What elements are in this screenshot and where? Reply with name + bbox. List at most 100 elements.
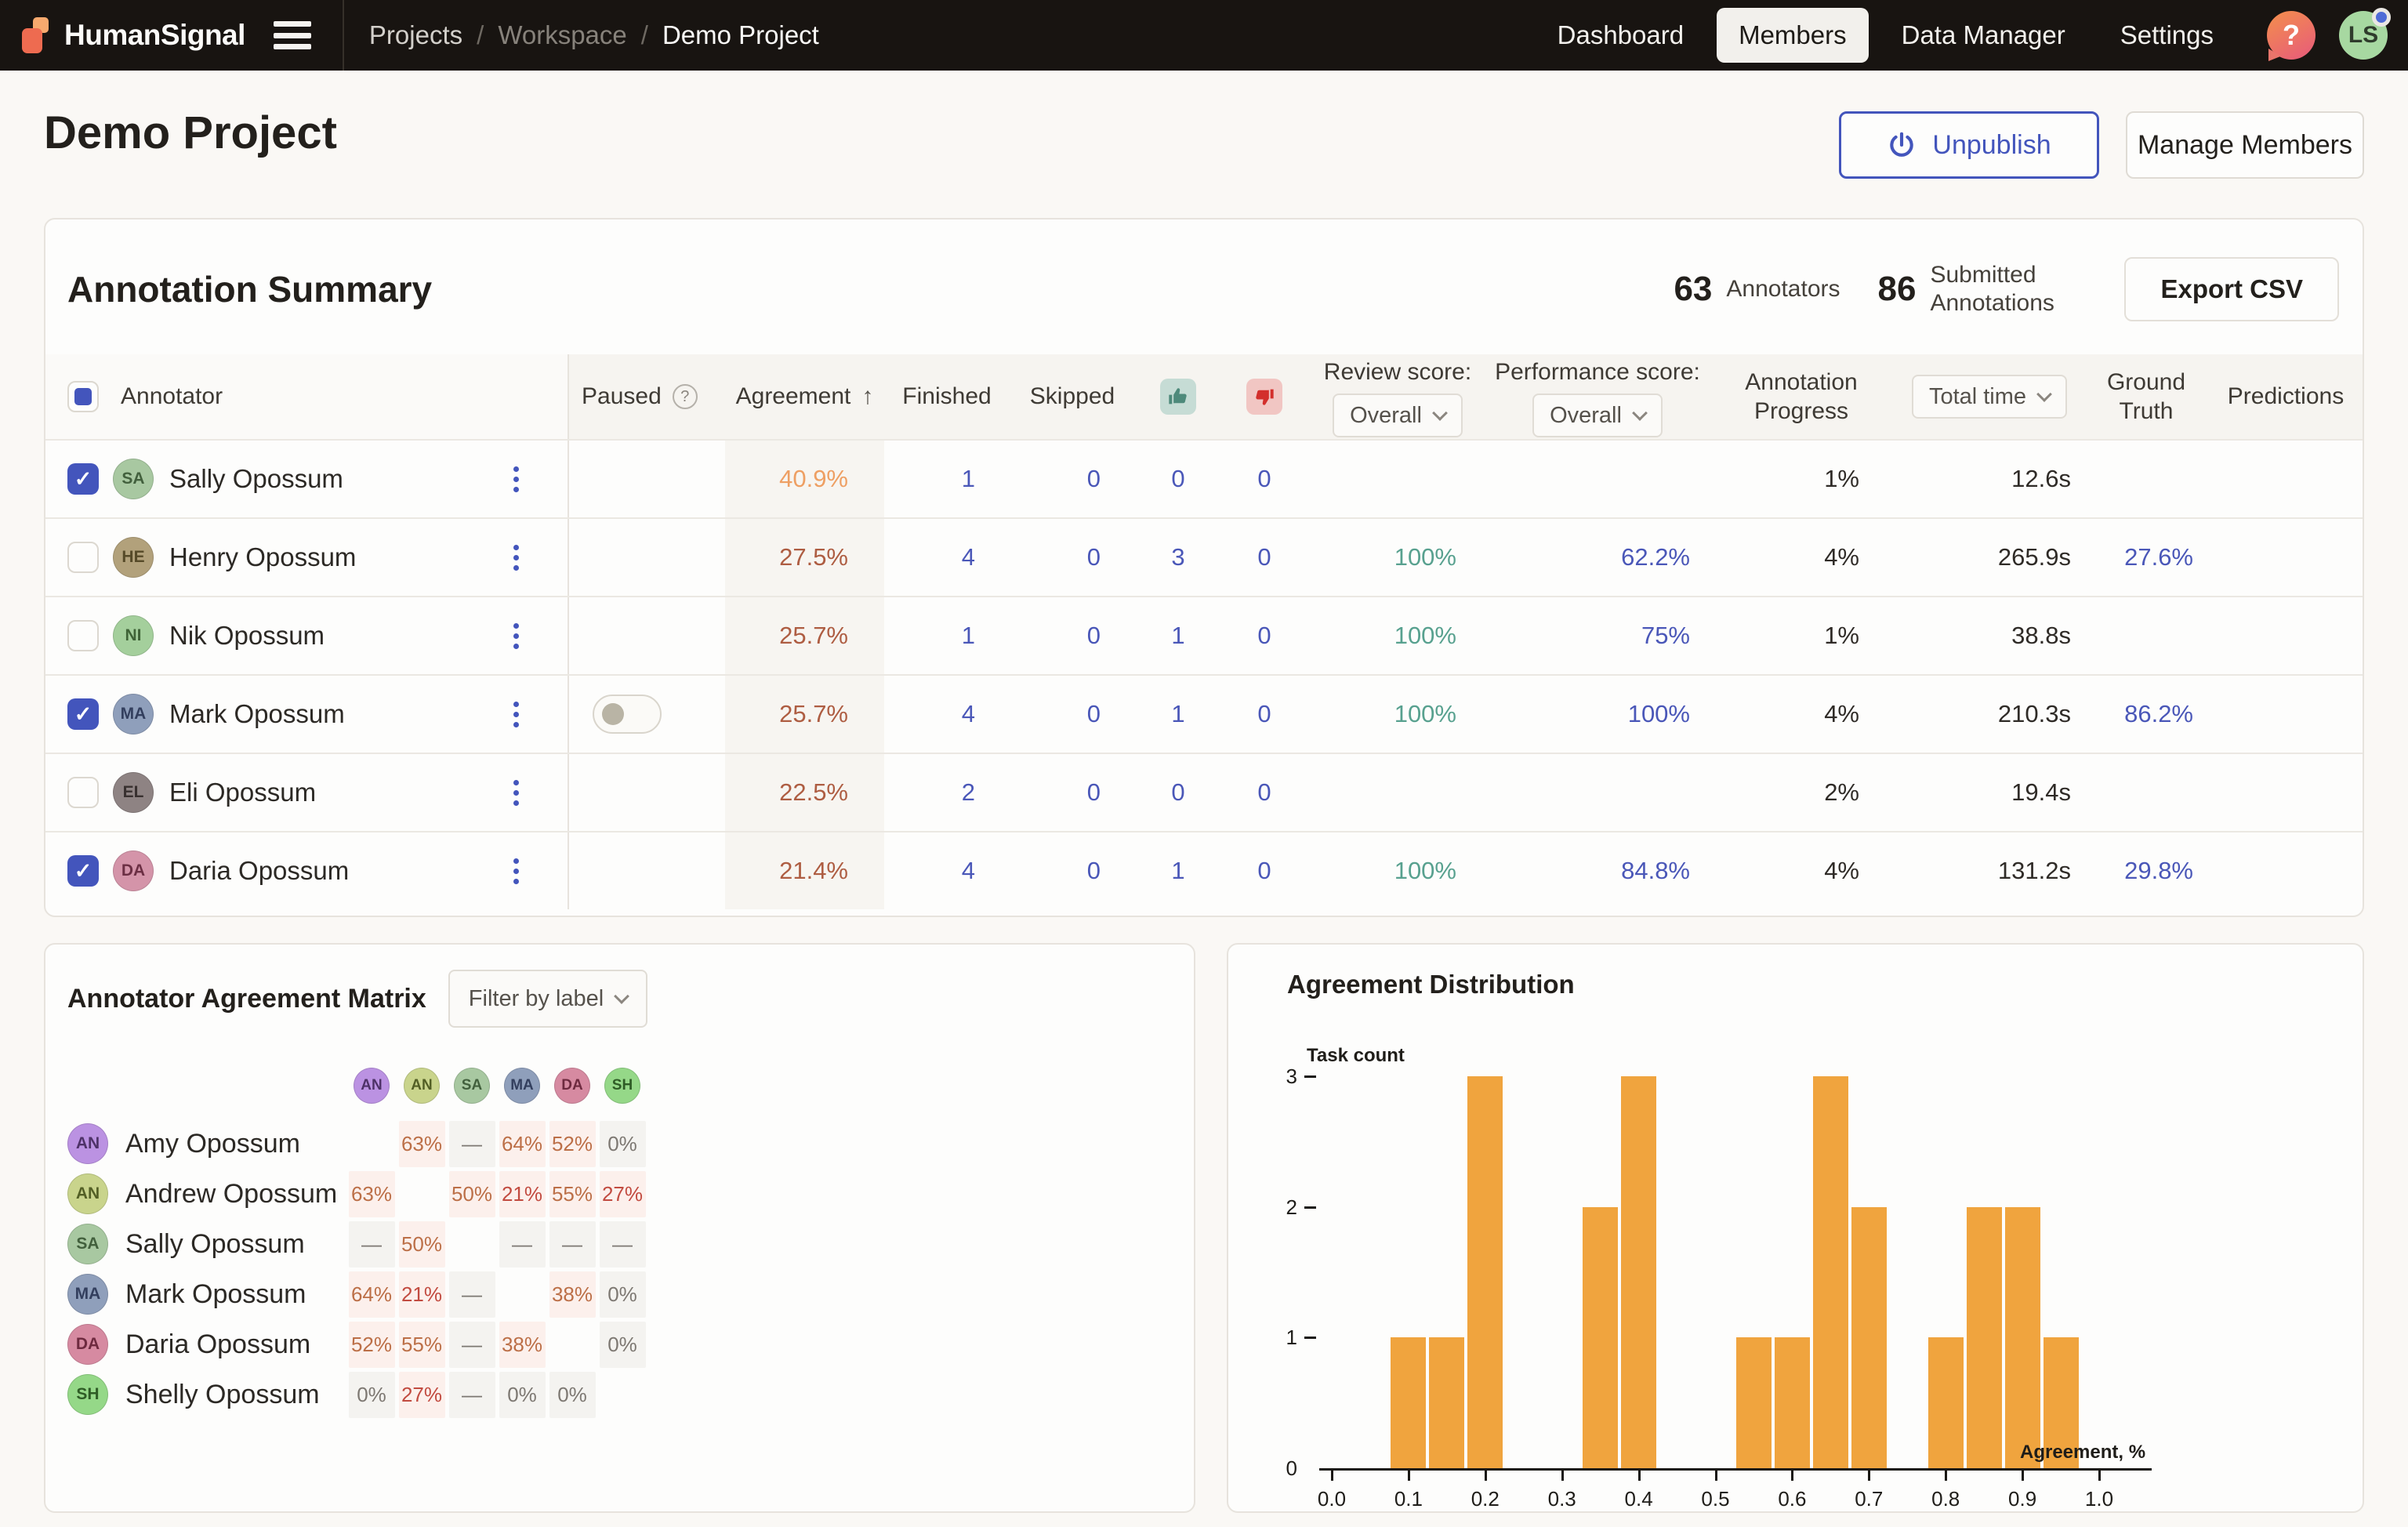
- manage-members-button[interactable]: Manage Members: [2126, 111, 2364, 179]
- row-checkbox[interactable]: [67, 542, 99, 573]
- paused-help-icon[interactable]: ?: [673, 384, 698, 409]
- total-time-cell: 210.3s: [1895, 676, 2083, 753]
- column-header-finished[interactable]: Finished: [884, 354, 1010, 439]
- paused-toggle[interactable]: [593, 695, 662, 734]
- predictions-cell: [2209, 441, 2363, 517]
- hamburger-menu-icon[interactable]: [274, 20, 311, 51]
- help-icon[interactable]: ?: [2267, 11, 2316, 60]
- annotators-label: Annotators: [1726, 275, 1840, 303]
- rejected-cell: 0: [1221, 676, 1307, 753]
- annotation-progress-cell: 1%: [1707, 441, 1895, 517]
- agreement-distribution-chart: Task count01230.00.10.20.30.40.50.60.70.…: [1228, 945, 2364, 1513]
- chevron-down-icon: [614, 988, 629, 1004]
- rejected-value: 0: [1257, 543, 1271, 571]
- annotators-count: 63: [1674, 270, 1712, 309]
- x-tick-label: 1.0: [2068, 1487, 2131, 1511]
- nav-item-dashboard[interactable]: Dashboard: [1536, 8, 1706, 63]
- export-csv-button[interactable]: Export CSV: [2124, 257, 2339, 321]
- row-menu-button[interactable]: [509, 540, 524, 575]
- row-menu-button[interactable]: [509, 854, 524, 889]
- annotator-cell: HEHenry Opossum: [45, 519, 569, 596]
- performance-score-label: Performance score:: [1495, 359, 1700, 386]
- nav-item-members[interactable]: Members: [1717, 8, 1869, 63]
- row-checkbox[interactable]: [67, 698, 99, 730]
- matrix-row: ANAmy Opossum63%—64%52%0%: [67, 1119, 1194, 1169]
- total-time-dropdown[interactable]: Total time: [1912, 375, 2067, 419]
- row-checkbox[interactable]: [67, 463, 99, 495]
- annotation-summary-table: AnnotatorPaused?Agreement↑FinishedSkippe…: [45, 354, 2363, 909]
- finished-cell: 4: [884, 519, 1010, 596]
- power-icon: [1887, 130, 1917, 160]
- x-tick-mark: [2098, 1471, 2101, 1481]
- row-checkbox[interactable]: [67, 620, 99, 651]
- row-checkbox[interactable]: [67, 855, 99, 887]
- nav-item-data-manager[interactable]: Data Manager: [1880, 8, 2087, 63]
- humansignal-logo[interactable]: HumanSignal: [22, 16, 245, 55]
- select-all-checkbox[interactable]: [67, 381, 99, 412]
- finished-value: 4: [962, 700, 975, 728]
- unpublish-label: Unpublish: [1932, 130, 2051, 161]
- paused-cell: [569, 832, 725, 909]
- x-tick-label: 0.6: [1761, 1487, 1823, 1511]
- nav-item-settings[interactable]: Settings: [2098, 8, 2236, 63]
- matrix-self-cell: [349, 1121, 395, 1167]
- breadcrumb-workspace[interactable]: Workspace: [498, 20, 626, 50]
- thumbs-down-chip: [1246, 379, 1282, 415]
- thumbs-up-chip: [1160, 379, 1196, 415]
- table-row: SASally Opossum40.9%10001%12.6s: [45, 439, 2363, 517]
- x-tick-label: 0.4: [1608, 1487, 1670, 1511]
- matrix-column-avatar: SH: [604, 1068, 640, 1104]
- x-axis-line: [1319, 1468, 2152, 1471]
- histogram-bar: [1813, 1076, 1848, 1468]
- chart-xlabel: Agreement, %: [2020, 1442, 2145, 1464]
- skipped-value: 0: [1087, 622, 1101, 650]
- column-header-agreement[interactable]: Agreement↑: [725, 354, 884, 439]
- matrix-cell: 55%: [399, 1322, 445, 1368]
- row-menu-button[interactable]: [509, 462, 524, 497]
- matrix-row-header: SHShelly Opossum: [67, 1374, 346, 1415]
- row-menu-button[interactable]: [509, 775, 524, 811]
- table-header-row: AnnotatorPaused?Agreement↑FinishedSkippe…: [45, 354, 2363, 439]
- y-tick-label: 0: [1258, 1456, 1297, 1481]
- row-menu-button[interactable]: [509, 618, 524, 654]
- matrix-column-headers: ANANSAMADASH: [67, 1053, 1194, 1119]
- paused-cell: [569, 519, 725, 596]
- x-tick-label: 0.2: [1454, 1487, 1517, 1511]
- matrix-row: SHShelly Opossum0%27%—0%0%: [67, 1369, 1194, 1420]
- agreement-value: 22.5%: [779, 778, 848, 807]
- matrix-cell: —: [499, 1221, 546, 1268]
- filter-by-label-dropdown[interactable]: Filter by label: [448, 970, 647, 1028]
- matrix-row-header: ANAmy Opossum: [67, 1123, 346, 1164]
- rejected-cell: 0: [1221, 519, 1307, 596]
- breadcrumb-projects[interactable]: Projects: [369, 20, 462, 50]
- user-avatar[interactable]: LS: [2339, 11, 2388, 60]
- matrix-row-avatar: AN: [67, 1123, 108, 1164]
- total-time-value: Total time: [1929, 384, 2026, 410]
- column-header-performance-score: Performance score: Overall: [1488, 354, 1707, 439]
- accepted-cell: 3: [1135, 519, 1221, 596]
- annotator-name: Sally Opossum: [169, 464, 343, 494]
- accepted-value: 0: [1171, 778, 1184, 807]
- performance-score-dropdown[interactable]: Overall: [1532, 394, 1663, 437]
- matrix-cell: —: [549, 1221, 596, 1268]
- skipped-value: 0: [1087, 700, 1101, 728]
- review-score-dropdown[interactable]: Overall: [1333, 394, 1463, 437]
- row-checkbox[interactable]: [67, 777, 99, 808]
- column-header-skipped[interactable]: Skipped: [1010, 354, 1135, 439]
- skipped-cell: 0: [1010, 832, 1135, 909]
- paused-cell: [569, 754, 725, 831]
- table-row: MAMark Opossum25.7%4010100%100%4%210.3s8…: [45, 674, 2363, 753]
- x-tick-label: 0.9: [1991, 1487, 2054, 1511]
- annotation-summary-panel: Annotation Summary 63 Annotators 86 Subm…: [44, 218, 2364, 917]
- row-menu-button[interactable]: [509, 697, 524, 732]
- skipped-value: 0: [1087, 778, 1101, 807]
- rejected-value: 0: [1257, 465, 1271, 493]
- paused-header-label: Paused: [582, 383, 662, 410]
- unpublish-button[interactable]: Unpublish: [1839, 111, 2099, 179]
- annotator-name: Eli Opossum: [169, 778, 316, 807]
- performance-score-value: Overall: [1550, 403, 1622, 429]
- submitted-label: Submitted Annotations: [1930, 261, 2087, 317]
- histogram-bar: [1928, 1337, 1964, 1468]
- histogram-bar: [1967, 1207, 2002, 1468]
- paused-cell: [569, 441, 725, 517]
